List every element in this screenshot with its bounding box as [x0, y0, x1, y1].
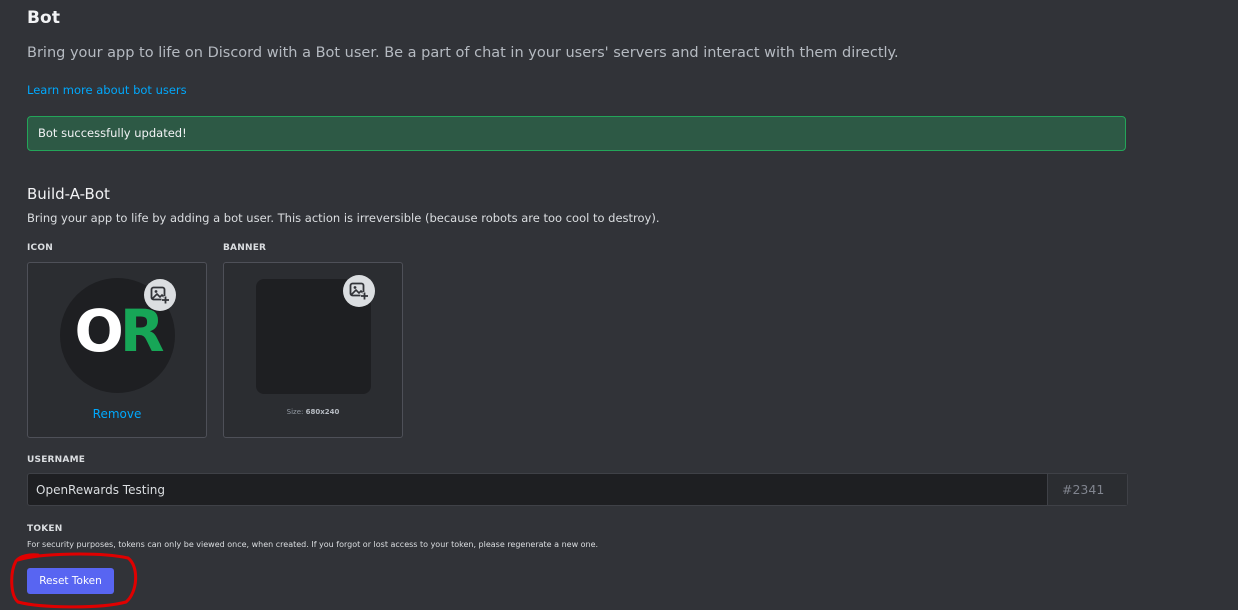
page-title: Bot	[27, 8, 61, 28]
icon-uploader[interactable]: OR Remove	[27, 262, 207, 438]
reset-token-button[interactable]: Reset Token	[27, 568, 114, 594]
banner-size-hint: Size: 680x240	[224, 408, 402, 416]
banner-uploader[interactable]: Size: 680x240	[223, 262, 403, 438]
remove-icon-link[interactable]: Remove	[28, 407, 206, 421]
token-description: For security purposes, tokens can only b…	[27, 540, 599, 549]
username-label: USERNAME	[27, 455, 86, 465]
learn-more-link[interactable]: Learn more about bot users	[27, 83, 187, 97]
image-add-icon	[150, 286, 170, 304]
banner-upload-button[interactable]	[343, 275, 375, 307]
bot-settings-page: Bot Bring your app to life on Discord wi…	[0, 0, 1238, 610]
banner-size-prefix: Size:	[286, 408, 304, 416]
build-a-bot-description: Bring your app to life by adding a bot u…	[27, 211, 660, 225]
banner-size-value: 680x240	[305, 408, 340, 416]
icon-label: ICON	[27, 243, 53, 253]
banner-label: BANNER	[223, 243, 267, 253]
discriminator-box: #2341	[1047, 474, 1127, 505]
build-a-bot-title: Build-A-Bot	[27, 185, 110, 203]
username-input[interactable]	[28, 474, 1048, 505]
token-label: TOKEN	[27, 524, 63, 534]
image-add-icon	[349, 282, 369, 300]
success-notice-text: Bot successfully updated!	[38, 126, 187, 140]
page-subtitle: Bring your app to life on Discord with a…	[27, 45, 899, 61]
icon-upload-button[interactable]	[144, 279, 176, 311]
username-field-group: #2341	[27, 473, 1128, 506]
avatar-letter-o: O	[74, 297, 124, 365]
discriminator: #2341	[1062, 482, 1105, 497]
success-notice: Bot successfully updated!	[27, 116, 1126, 151]
